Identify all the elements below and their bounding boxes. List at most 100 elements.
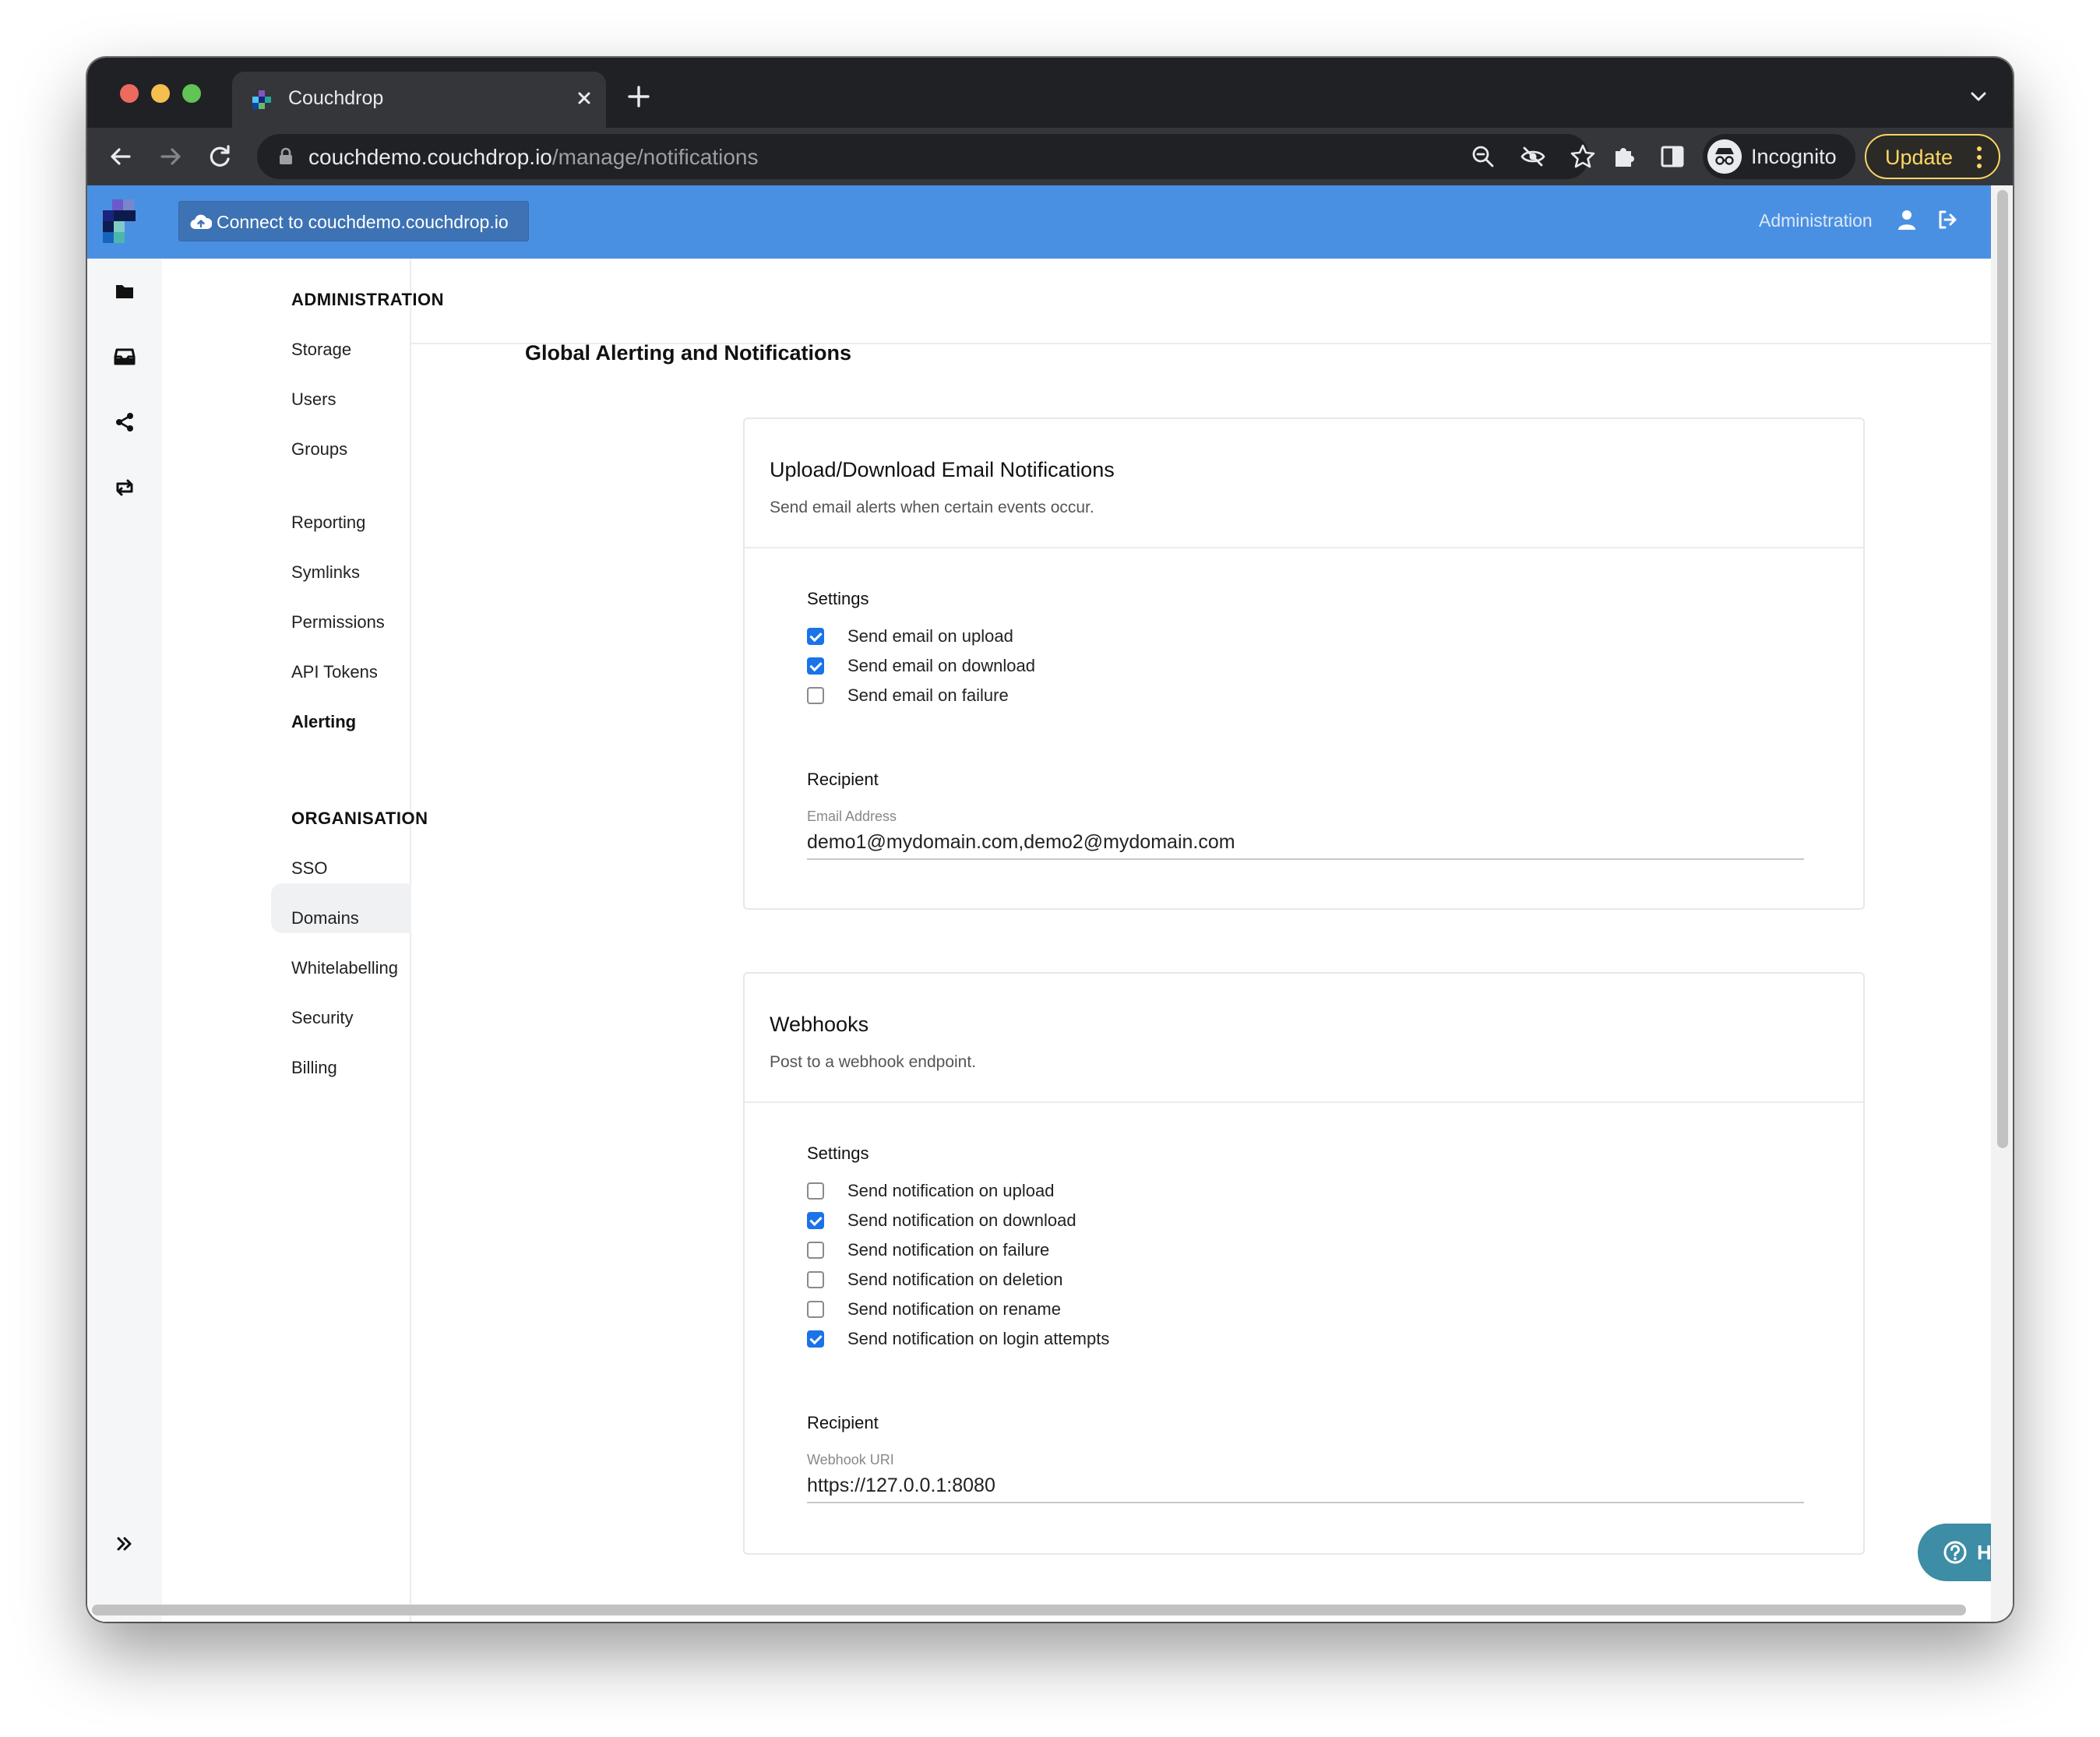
close-window-button[interactable] — [120, 84, 139, 103]
card-divider — [745, 547, 1863, 548]
tab-search-chevron-down-icon[interactable] — [1968, 86, 1989, 107]
admin-sidebar — [162, 259, 411, 1622]
sidebar-item-groups[interactable]: Groups — [291, 439, 347, 460]
email-notifications-card: Upload/Download Email Notifications Send… — [743, 418, 1865, 910]
zoom-magnifier-icon[interactable] — [1469, 143, 1497, 171]
vertical-scrollbar-thumb[interactable] — [1997, 190, 2008, 1148]
checkbox[interactable] — [807, 628, 824, 645]
checkbox[interactable] — [807, 1242, 824, 1259]
checkbox-label[interactable]: Send notification on deletion — [847, 1270, 1062, 1290]
bookmark-star-icon[interactable] — [1569, 143, 1597, 171]
email-card-subtitle: Send email alerts when certain events oc… — [770, 499, 1094, 516]
back-arrow-icon[interactable] — [106, 142, 136, 171]
connect-server-button[interactable]: Connect to couchdemo.couchdrop.io — [178, 201, 529, 241]
sidebar-item-security[interactable]: Security — [291, 1008, 353, 1028]
webhook-settings-label: Settings — [807, 1143, 869, 1163]
incognito-avatar-icon — [1707, 139, 1742, 174]
update-label: Update — [1885, 146, 1954, 169]
cloud-upload-icon — [190, 214, 212, 230]
reload-icon[interactable] — [206, 142, 235, 171]
icon-rail — [87, 259, 162, 1622]
tab-title: Couchdrop — [288, 87, 384, 109]
webhook-card-subtitle: Post to a webhook endpoint. — [770, 1053, 977, 1071]
close-tab-icon[interactable] — [569, 83, 600, 114]
checkbox-label[interactable]: Send notification on failure — [847, 1240, 1049, 1260]
checkbox[interactable] — [807, 1212, 824, 1229]
webhook-recipient-label: Recipient — [807, 1413, 879, 1432]
sidebar-item-sso[interactable]: SSO — [291, 858, 327, 879]
sidebar-item-reporting[interactable]: Reporting — [291, 513, 365, 533]
sidebar-item-symlinks[interactable]: Symlinks — [291, 562, 360, 583]
incognito-profile-button[interactable]: Incognito — [1703, 134, 1855, 179]
webhook-uri-input[interactable] — [807, 1469, 1804, 1503]
webhooks-card: Webhooks Post to a webhook endpoint. Set… — [743, 972, 1865, 1555]
forward-arrow-icon[interactable] — [156, 142, 185, 171]
tab-strip: Couchdrop — [87, 58, 2013, 128]
sidebar-heading-organisation: ORGANISATION — [291, 809, 428, 828]
checkbox[interactable] — [807, 1182, 824, 1200]
checkbox[interactable] — [807, 1330, 824, 1348]
checkbox-label[interactable]: Send email on upload — [847, 626, 1013, 647]
checkbox-label[interactable]: Send email on failure — [847, 685, 1009, 706]
url-host: couchdemo.couchdrop.io — [308, 145, 552, 169]
checkbox-label[interactable]: Send notification on download — [847, 1210, 1076, 1231]
maximize-window-button[interactable] — [182, 84, 201, 103]
url-text[interactable]: couchdemo.couchdrop.io/manage/notificati… — [308, 145, 758, 170]
email-settings-label: Settings — [807, 589, 869, 608]
email-address-field-label: Email Address — [807, 809, 897, 824]
email-address-input[interactable] — [807, 826, 1804, 860]
email-card-title: Upload/Download Email Notifications — [770, 458, 1115, 481]
url-path: /manage/notifications — [551, 145, 759, 169]
checkbox[interactable] — [807, 1271, 824, 1288]
lock-icon[interactable] — [277, 147, 294, 166]
double-chevron-right-icon[interactable] — [112, 1531, 137, 1556]
user-icon[interactable] — [1896, 209, 1918, 231]
incognito-label: Incognito — [1751, 145, 1837, 168]
kebab-menu-icon[interactable] — [1975, 146, 1983, 169]
app-top-bar: Connect to couchdemo.couchdrop.io Admini… — [87, 185, 1991, 259]
logout-icon[interactable] — [1936, 209, 1958, 231]
sidebar-heading-administration: ADMINISTRATION — [291, 290, 445, 309]
sidebar-item-alerting[interactable]: Alerting — [291, 712, 356, 732]
page-title: Global Alerting and Notifications — [525, 341, 852, 365]
sidebar-item-domains[interactable]: Domains — [291, 908, 359, 928]
browser-window: Couchdrop couchdemo.couchdrop.io/manage/… — [87, 58, 2013, 1622]
folder-icon[interactable] — [112, 279, 137, 304]
couchdrop-favicon-icon — [252, 90, 271, 109]
connect-label: Connect to couchdemo.couchdrop.io — [217, 212, 509, 232]
eye-slash-icon[interactable] — [1519, 143, 1547, 171]
couchdrop-logo-icon[interactable] — [103, 199, 146, 243]
webhook-card-title: Webhooks — [770, 1013, 869, 1036]
sidebar-item-billing[interactable]: Billing — [291, 1058, 337, 1078]
question-circle-icon — [1943, 1541, 1967, 1564]
checkbox-label[interactable]: Send notification on upload — [847, 1181, 1054, 1201]
checkbox-label[interactable]: Send notification on login attempts — [847, 1329, 1109, 1349]
inbox-icon[interactable] — [112, 344, 137, 369]
webhook-uri-field-label: Webhook URI — [807, 1452, 894, 1467]
checkbox[interactable] — [807, 657, 824, 675]
checkbox[interactable] — [807, 1301, 824, 1318]
sync-icon[interactable] — [112, 475, 137, 500]
address-bar[interactable]: couchdemo.couchdrop.io/manage/notificati… — [257, 134, 1595, 179]
checkbox-label[interactable]: Send email on download — [847, 656, 1035, 676]
sidebar-item-permissions[interactable]: Permissions — [291, 612, 385, 632]
share-icon[interactable] — [112, 410, 137, 435]
minimize-window-button[interactable] — [151, 84, 170, 103]
side-panel-icon[interactable] — [1658, 142, 1687, 171]
checkbox-label[interactable]: Send notification on rename — [847, 1299, 1061, 1319]
extensions-puzzle-icon[interactable] — [1609, 142, 1639, 171]
sidebar-item-whitelabelling[interactable]: Whitelabelling — [291, 958, 398, 978]
update-button[interactable]: Update — [1865, 134, 2000, 179]
sidebar-item-users[interactable]: Users — [291, 389, 336, 410]
horizontal-scrollbar-thumb[interactable] — [92, 1605, 1966, 1615]
card-divider — [745, 1101, 1863, 1103]
sidebar-item-storage[interactable]: Storage — [291, 340, 351, 360]
checkbox[interactable] — [807, 687, 824, 704]
browser-tab-couchdrop[interactable]: Couchdrop — [232, 72, 606, 128]
new-tab-plus-icon[interactable] — [625, 83, 653, 111]
browser-toolbar: couchdemo.couchdrop.io/manage/notificati… — [87, 128, 2013, 185]
email-recipient-label: Recipient — [807, 770, 879, 789]
content-header — [411, 259, 1991, 344]
administration-link[interactable]: Administration — [1759, 210, 1873, 231]
sidebar-item-api-tokens[interactable]: API Tokens — [291, 662, 378, 682]
